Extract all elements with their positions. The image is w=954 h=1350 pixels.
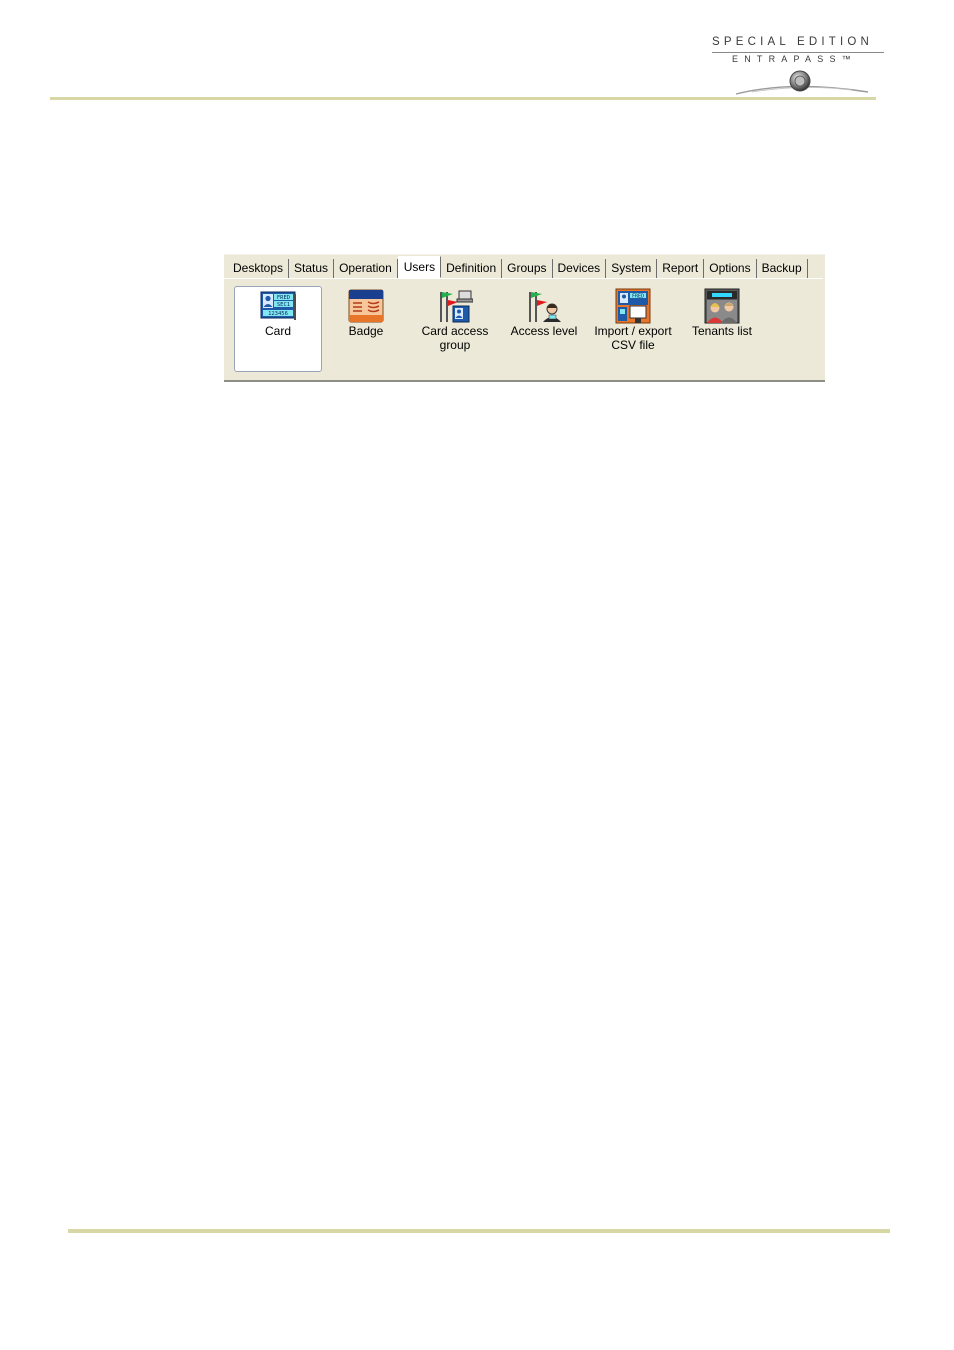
csv-icon-text: FRED bbox=[632, 294, 644, 300]
tab-devices[interactable]: Devices bbox=[553, 259, 607, 278]
logo-line-entrapass: ENTRAPASS™ bbox=[732, 54, 857, 64]
tenants-list-label: Tenants list bbox=[691, 324, 753, 338]
tab-desktops[interactable]: Desktops bbox=[228, 259, 290, 278]
card-access-group-icon bbox=[440, 290, 473, 323]
badge-icon bbox=[348, 289, 384, 323]
import-export-csv-icon: FRED bbox=[615, 288, 651, 324]
logo-rule bbox=[712, 52, 884, 53]
import-export-csv-label-line1: Import / export bbox=[594, 324, 672, 338]
card-label: Card bbox=[264, 324, 291, 338]
card-icon-text-number: 123456 bbox=[268, 311, 288, 317]
card-access-group-label-line2: group bbox=[439, 338, 471, 352]
logo-line-special-edition: SPECIAL EDITION bbox=[712, 36, 873, 48]
card-icon-text-top: FRED bbox=[277, 295, 290, 301]
tab-bar: Desktops Status Operation Users Definiti… bbox=[228, 256, 808, 278]
tab-users[interactable]: Users bbox=[397, 256, 442, 278]
card-access-group-label: Card access group bbox=[405, 324, 505, 352]
tenants-list-icon bbox=[704, 288, 740, 324]
logo-swoosh-icon bbox=[735, 70, 869, 95]
badge-button[interactable]: Badge bbox=[322, 286, 410, 372]
import-export-csv-label-line2: CSV file bbox=[611, 338, 655, 352]
footer-rule bbox=[68, 1229, 890, 1233]
tab-status[interactable]: Status bbox=[289, 259, 335, 278]
tab-report[interactable]: Report bbox=[657, 259, 705, 278]
tenants-list-button[interactable]: Tenants list bbox=[678, 286, 766, 372]
access-level-icon bbox=[529, 292, 561, 322]
tab-system[interactable]: System bbox=[606, 259, 658, 278]
access-level-button[interactable]: Access level bbox=[500, 286, 588, 372]
tab-operation[interactable]: Operation bbox=[334, 259, 398, 278]
tab-groups[interactable]: Groups bbox=[502, 259, 553, 278]
entrapass-logo: SPECIAL EDITION ENTRAPASS™ bbox=[704, 34, 894, 100]
import-export-csv-label: Import / export CSV file bbox=[583, 324, 683, 352]
tab-strip-divider bbox=[224, 278, 823, 279]
access-level-label: Access level bbox=[510, 324, 578, 338]
tab-backup[interactable]: Backup bbox=[757, 259, 808, 278]
card-icon: FRED SEC1 123456 bbox=[260, 291, 296, 320]
card-access-group-label-line1: Card access bbox=[421, 324, 489, 338]
card-icon-text-mid: SEC1 bbox=[277, 302, 290, 308]
import-export-csv-button[interactable]: FRED Import / export CSV file bbox=[589, 286, 677, 372]
tab-options[interactable]: Options bbox=[704, 259, 757, 278]
users-toolbar-panel: Desktops Status Operation Users Definiti… bbox=[224, 254, 825, 382]
tab-definition[interactable]: Definition bbox=[441, 259, 503, 278]
badge-label: Badge bbox=[348, 324, 384, 338]
card-button[interactable]: FRED SEC1 123456 Card bbox=[234, 286, 322, 372]
card-access-group-button[interactable]: Card access group bbox=[411, 286, 499, 372]
header-rule bbox=[50, 97, 876, 100]
